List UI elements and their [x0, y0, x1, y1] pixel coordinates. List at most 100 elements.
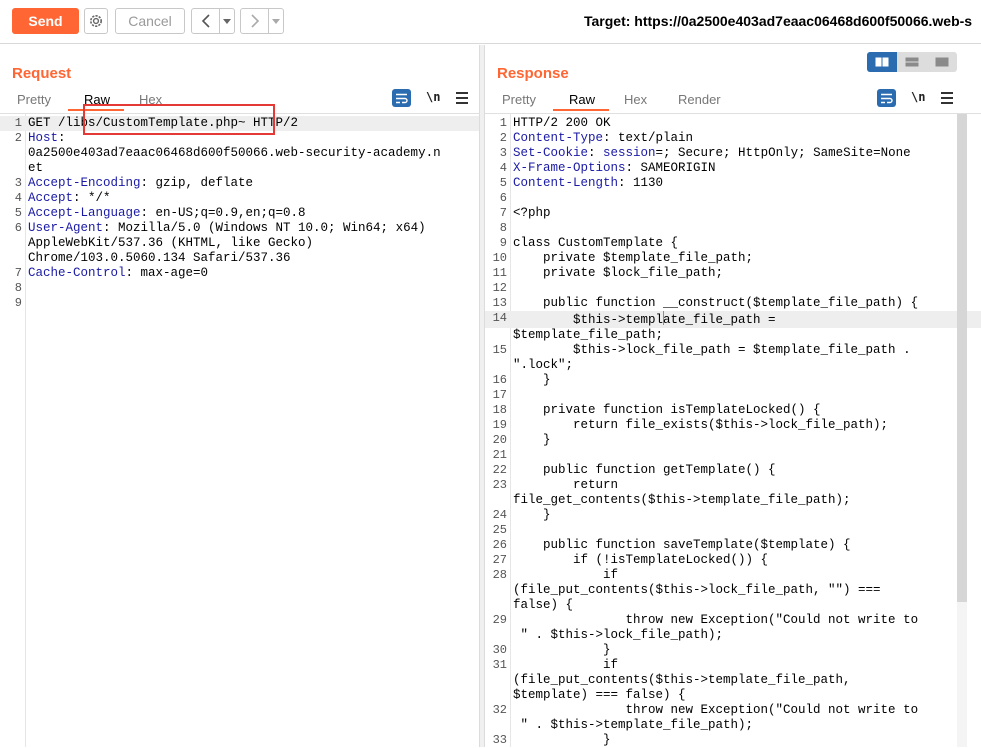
- line-content: 0a2500e403ad7eaac06468d600f50066.web-sec…: [28, 146, 441, 160]
- code-text: Host:: [28, 131, 479, 146]
- request-editor[interactable]: 1 GET /libs/CustomTemplate.php~ HTTP/2 2 Ho…: [0, 113, 479, 747]
- line-number: 4: [14, 191, 22, 205]
- code-line: 14 $this->template_file_path =: [485, 311, 981, 328]
- line-number: 18: [492, 403, 507, 417]
- line-content: AppleWebKit/537.36 (KHTML, like Gecko): [28, 236, 314, 250]
- code-text: }: [513, 508, 981, 523]
- code-text: Content-Length: 1130: [513, 176, 981, 191]
- response-menu-button[interactable]: [941, 92, 953, 104]
- line-number: 6: [14, 221, 22, 235]
- code-line: $template) === false) {: [485, 688, 981, 703]
- code-line: 33 }: [485, 733, 981, 748]
- request-word-wrap-button[interactable]: [392, 89, 411, 107]
- code-line: (file_put_contents($this->lock_file_path…: [485, 583, 981, 598]
- code-text: private function isTemplateLocked() {: [513, 403, 981, 418]
- back-nav-group: [191, 8, 235, 34]
- code-line: 9: [0, 296, 479, 311]
- line-number: 1: [499, 116, 507, 130]
- code-text: if: [513, 658, 981, 673]
- code-text: }: [513, 643, 981, 658]
- code-line: 19 return file_exists($this->lock_file_p…: [485, 418, 981, 433]
- line-number: 2: [499, 131, 507, 145]
- code-text: public function saveTemplate($template) …: [513, 538, 981, 553]
- line-content: et: [28, 161, 44, 175]
- code-line: 9 class CustomTemplate {: [485, 236, 981, 251]
- request-menu-button[interactable]: [456, 92, 468, 104]
- code-line: 2 Host:: [0, 131, 479, 146]
- header-name: Accept-Language: [28, 206, 141, 220]
- response-active-tab-indicator: [553, 109, 609, 111]
- request-tab-raw[interactable]: Raw: [84, 92, 110, 107]
- response-tab-pretty[interactable]: Pretty: [502, 92, 536, 107]
- line-number: 16: [492, 373, 507, 387]
- line-content: file_get_contents($this->template_file_p…: [513, 493, 851, 507]
- request-tab-pretty[interactable]: Pretty: [17, 92, 51, 107]
- code-text: [513, 281, 981, 296]
- response-lines: 1 HTTP/2 200 OK 2 Content-Type: text/plain 3…: [485, 116, 981, 748]
- forward-history-dropdown[interactable]: [269, 9, 283, 33]
- toolbar: Send Cancel Target: https://0a2500e403ad…: [0, 0, 981, 44]
- send-button[interactable]: Send: [12, 8, 79, 34]
- response-word-wrap-button[interactable]: [877, 89, 896, 107]
- line-number: 15: [492, 343, 507, 357]
- code-text: private $lock_file_path;: [513, 266, 981, 281]
- settings-button[interactable]: [84, 8, 108, 34]
- code-line: 7 <?php: [485, 206, 981, 221]
- code-text: }: [513, 373, 981, 388]
- forward-button[interactable]: [241, 9, 269, 33]
- response-panel: Response Pretty Raw Hex Render \n 1 HTTP/…: [485, 45, 981, 747]
- line-number: 7: [499, 206, 507, 220]
- response-tab-hex[interactable]: Hex: [624, 92, 647, 107]
- line-number: 6: [499, 191, 507, 205]
- request-tab-hex[interactable]: Hex: [139, 92, 162, 107]
- layout-top-bottom-button[interactable]: [897, 52, 927, 72]
- code-line: file_get_contents($this->template_file_p…: [485, 493, 981, 508]
- header-name: X-Frame-Options: [513, 161, 626, 175]
- code-text: HTTP/2 200 OK: [513, 116, 981, 131]
- line-content: : max-age=0: [125, 266, 209, 280]
- code-text: Set-Cookie: session=; Secure; HttpOnly; …: [513, 146, 981, 161]
- code-text: [28, 296, 479, 311]
- line-content: if: [513, 568, 619, 582]
- line-content: " . $this->template_file_path);: [513, 718, 754, 732]
- code-line: 6 User-Agent: Mozilla/5.0 (Windows NT 10.…: [0, 221, 479, 236]
- back-button[interactable]: [192, 9, 220, 33]
- code-text: User-Agent: Mozilla/5.0 (Windows NT 10.0…: [28, 221, 479, 236]
- line-content: [513, 221, 521, 235]
- line-number: 4: [499, 161, 507, 175]
- response-show-newlines-button[interactable]: \n: [911, 90, 925, 104]
- response-scrollbar-thumb[interactable]: [957, 114, 967, 602]
- line-content: [513, 281, 521, 295]
- line-content: Chrome/103.0.5060.134 Safari/537.36: [28, 251, 291, 265]
- response-editor[interactable]: 1 HTTP/2 200 OK 2 Content-Type: text/plain 3…: [485, 113, 981, 747]
- back-history-dropdown[interactable]: [220, 9, 234, 33]
- line-content: public function saveTemplate($template) …: [513, 538, 851, 552]
- code-text: $template_file_path;: [513, 328, 981, 343]
- line-number: 3: [499, 146, 507, 160]
- cancel-button[interactable]: Cancel: [115, 8, 185, 34]
- code-line: et: [0, 161, 479, 176]
- line-number: 21: [492, 448, 507, 462]
- line-content: $template_file_path;: [513, 328, 664, 342]
- layout-tabs-button[interactable]: [927, 52, 957, 72]
- code-text: false) {: [513, 598, 981, 613]
- response-title: Response: [497, 65, 569, 82]
- layout-side-by-side-button[interactable]: [867, 52, 897, 72]
- request-show-newlines-button[interactable]: \n: [426, 90, 440, 104]
- request-lines: 1 GET /libs/CustomTemplate.php~ HTTP/2 2 Ho…: [0, 116, 479, 311]
- code-line: 8: [485, 221, 981, 236]
- header-name: Host: [28, 131, 59, 145]
- code-text: [513, 191, 981, 206]
- line-number: 9: [499, 236, 507, 250]
- code-text: class CustomTemplate {: [513, 236, 981, 251]
- response-tab-raw[interactable]: Raw: [569, 92, 595, 107]
- code-line: Chrome/103.0.5060.134 Safari/537.36: [0, 251, 479, 266]
- line-content: return file_exists($this->lock_file_path…: [513, 418, 889, 432]
- split-view-icon: [875, 57, 889, 67]
- code-text: ".lock";: [513, 358, 981, 373]
- code-text: return file_exists($this->lock_file_path…: [513, 418, 981, 433]
- cookie-name: session: [603, 146, 656, 160]
- response-tab-render[interactable]: Render: [678, 92, 721, 107]
- line-content: return: [513, 478, 619, 492]
- target-url[interactable]: Target: https://0a2500e403ad7eaac06468d6…: [584, 13, 972, 29]
